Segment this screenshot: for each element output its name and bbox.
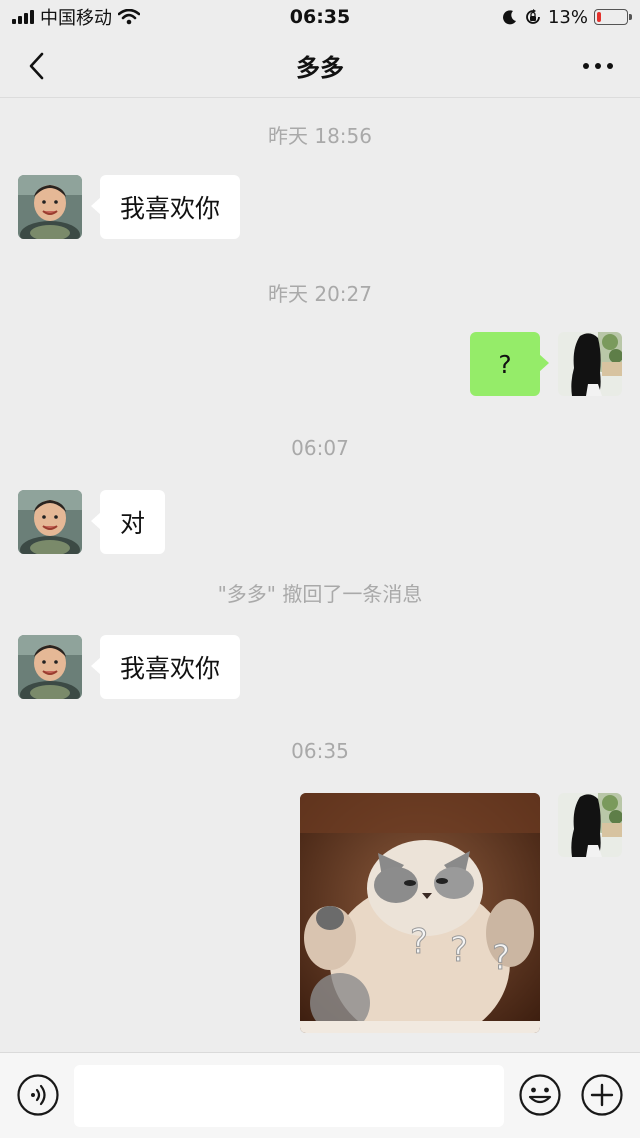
recall-notice: "多多" 撤回了一条消息	[217, 582, 423, 606]
plus-icon	[581, 1074, 623, 1116]
timestamp: 06:35	[291, 739, 349, 763]
girl-avatar-image	[558, 793, 622, 857]
message-text: 我喜欢你	[120, 654, 221, 683]
status-right: 13%	[502, 6, 632, 28]
more-actions-button[interactable]	[580, 1073, 624, 1117]
emoji-button[interactable]	[518, 1073, 562, 1117]
chat-messages[interactable]: 昨天 18:56 我喜欢你 昨天 20:27 ? 06:07 对 "多多" 撤回…	[0, 98, 640, 1052]
outgoing-message[interactable]: ?	[470, 332, 549, 396]
my-avatar[interactable]	[558, 332, 622, 396]
message-text: ?	[498, 349, 512, 379]
girl-avatar-image	[558, 332, 622, 396]
voice-button[interactable]	[16, 1073, 60, 1117]
signal-icon	[12, 10, 34, 24]
chat-header: 多多	[0, 34, 640, 98]
more-dots-icon	[583, 63, 613, 69]
timestamp: 昨天 18:56	[268, 124, 372, 148]
back-button[interactable]	[18, 48, 54, 84]
battery-level	[597, 12, 601, 22]
message-text: 对	[120, 509, 146, 538]
my-avatar[interactable]	[558, 793, 622, 857]
moon-icon	[503, 10, 516, 25]
contact-avatar[interactable]	[18, 635, 82, 699]
emoji-icon	[519, 1074, 561, 1116]
incoming-message[interactable]: 我喜欢你	[90, 175, 241, 239]
cat-sticker-image	[300, 793, 540, 1033]
cat-sticker-message[interactable]	[300, 793, 540, 1033]
timestamp: 06:07	[291, 436, 349, 460]
timestamp: 昨天 20:27	[268, 282, 372, 306]
chevron-left-icon	[29, 52, 44, 80]
more-button[interactable]	[576, 52, 620, 80]
orientation-lock-icon	[526, 9, 540, 24]
status-left: 中国移动	[12, 4, 140, 30]
message-input[interactable]	[74, 1065, 504, 1127]
contact-avatar[interactable]	[18, 175, 82, 239]
voice-icon	[17, 1074, 59, 1116]
wifi-icon	[118, 9, 140, 25]
status-bar: 中国移动 06:35 13%	[0, 0, 640, 34]
chat-title: 多多	[296, 54, 344, 82]
incoming-message[interactable]: 我喜欢你	[90, 635, 241, 699]
battery-icon	[594, 9, 632, 25]
battery-percent: 13%	[547, 6, 588, 28]
message-text: 我喜欢你	[120, 194, 221, 223]
carrier-name: 中国移动	[40, 8, 112, 29]
input-bar	[0, 1052, 640, 1138]
baby-avatar-image	[18, 635, 82, 699]
baby-avatar-image	[18, 175, 82, 239]
baby-avatar-image	[18, 490, 82, 554]
contact-avatar[interactable]	[18, 490, 82, 554]
incoming-message[interactable]: 对	[90, 490, 166, 554]
